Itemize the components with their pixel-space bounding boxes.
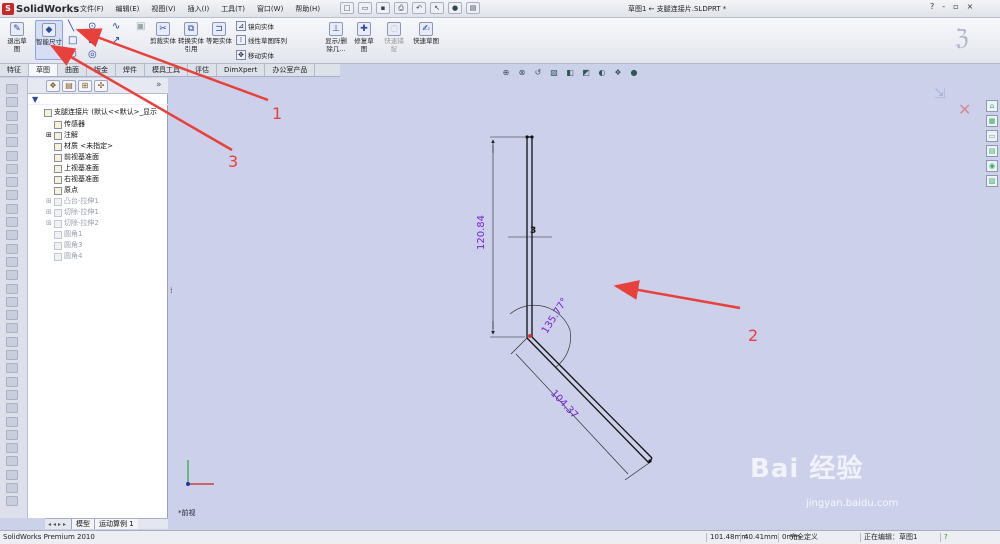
status-sketch-state: 完全定义 xyxy=(790,533,818,541)
triad-origin xyxy=(186,482,190,486)
dimension-vertical-value[interactable]: 120.84 xyxy=(476,215,487,250)
view-orientation-label: *前视 xyxy=(178,509,196,517)
sketch-origin-point[interactable] xyxy=(528,334,532,338)
dimension-extension-line xyxy=(510,337,528,355)
task-pane-tabs: ⌂ ▦ ▭ ▤ ◉ ▧ xyxy=(984,100,1000,200)
baidu-watermark: Bai 经验 xyxy=(750,454,864,484)
view-palette-icon[interactable]: ▤ xyxy=(986,145,998,157)
custom-properties-icon[interactable]: ▧ xyxy=(986,175,998,187)
appearances-icon[interactable]: ◉ xyxy=(986,160,998,172)
annotation-arrow-2 xyxy=(613,280,741,310)
cancel-sketch-icon[interactable]: ✕ xyxy=(958,100,971,119)
annotation-number-2: 2 xyxy=(748,326,759,345)
sketch-point[interactable] xyxy=(525,135,529,139)
design-library-icon[interactable]: ▦ xyxy=(986,115,998,127)
status-help-icon[interactable]: ? xyxy=(940,533,948,542)
sketch-line-slanted-lower[interactable] xyxy=(526,337,650,464)
file-explorer-icon[interactable]: ▭ xyxy=(986,130,998,142)
thickness-dimension-value[interactable]: 3 xyxy=(530,226,536,236)
annotation-arrow-1 xyxy=(75,28,269,102)
status-product: SolidWorks Premium 2010 xyxy=(3,533,95,541)
annotation-number-1: 1 xyxy=(272,104,283,123)
annotation-arrow-3 xyxy=(49,44,233,152)
confirm-sketch-icon[interactable]: ⇲ xyxy=(934,86,946,102)
status-bar: SolidWorks Premium 2010 101.48mm 40.41mm… xyxy=(0,530,1000,544)
annotation-number-3: 3 xyxy=(228,152,239,171)
sketch-point[interactable] xyxy=(648,459,652,463)
resources-icon[interactable]: ⌂ xyxy=(986,100,998,112)
status-y-coordinate: 40.41mm xyxy=(740,533,778,542)
status-editing: 正在编辑：草图1 xyxy=(860,533,917,542)
dimension-extension-line xyxy=(624,462,650,481)
baidu-watermark-url: jingyan.baidu.com xyxy=(806,498,899,509)
sketch-point[interactable] xyxy=(530,135,534,139)
